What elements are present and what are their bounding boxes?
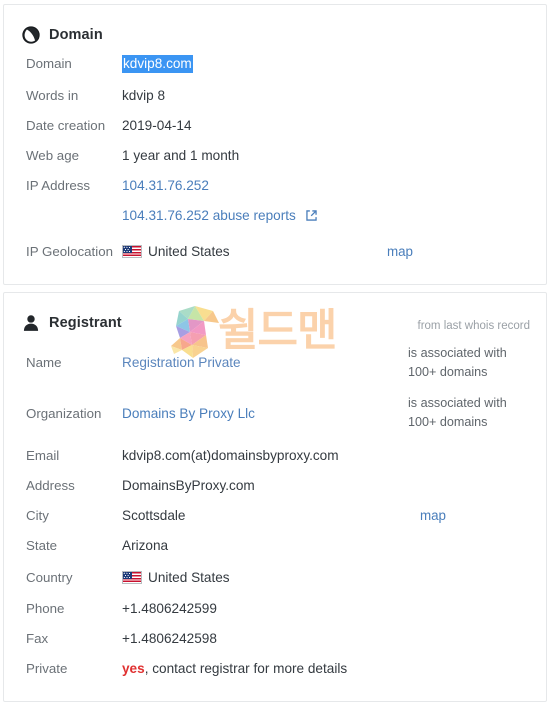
whois-lookup-panel: Domain Domain kdvip8.com Words in kdvip … bbox=[0, 0, 550, 705]
table-row: Fax +1.4806242598 bbox=[4, 624, 546, 654]
row-label: Words in bbox=[26, 88, 79, 103]
private-status-note: , contact registrar for more details bbox=[144, 661, 348, 676]
associated-domains-note: is associated with 100+ domains bbox=[408, 396, 507, 429]
globe-icon bbox=[22, 26, 40, 44]
row-value: kdvip8.com bbox=[122, 49, 546, 79]
domain-name-selected-text[interactable]: kdvip8.com bbox=[122, 55, 193, 73]
table-row: Country United States bbox=[4, 563, 546, 593]
row-value: 104.31.76.252 bbox=[122, 171, 546, 201]
table-row: IP Address 104.31.76.252 bbox=[4, 171, 546, 201]
registrant-section-title: Registrant bbox=[49, 315, 122, 331]
domain-info-card: Domain Domain kdvip8.com Words in kdvip … bbox=[3, 4, 547, 285]
row-label: Private bbox=[26, 661, 68, 676]
table-row: Email kdvip8.com(at)domainsbyproxy.com bbox=[4, 441, 546, 471]
table-row: State Arizona bbox=[4, 531, 546, 561]
registrant-rows: Name Registration Private is associated … bbox=[4, 337, 546, 684]
row-label: Organization bbox=[26, 406, 102, 421]
table-row: City Scottsdale map bbox=[4, 501, 546, 531]
registrant-info-card: Registrant from last whois record Name R… bbox=[3, 292, 547, 702]
ip-address-link[interactable]: 104.31.76.252 bbox=[122, 178, 209, 193]
row-label: IP Geolocation bbox=[26, 244, 113, 259]
row-value: +1.4806242599 bbox=[122, 601, 217, 616]
row-value: Scottsdale bbox=[122, 508, 186, 523]
table-row: Phone +1.4806242599 bbox=[4, 594, 546, 624]
registrant-organization-link[interactable]: Domains By Proxy Llc bbox=[122, 406, 255, 421]
row-label: Address bbox=[26, 478, 75, 493]
row-label: City bbox=[26, 508, 49, 523]
row-value: 104.31.76.252 abuse reports bbox=[122, 201, 546, 231]
table-row: Private yes, contact registrar for more … bbox=[4, 654, 546, 684]
row-value: +1.4806242598 bbox=[122, 631, 217, 646]
table-row: Web age 1 year and 1 month bbox=[4, 141, 546, 171]
row-label: Name bbox=[26, 355, 62, 370]
row-value: kdvip 8 bbox=[122, 88, 166, 103]
table-row: Organization Domains By Proxy Llc is ass… bbox=[4, 389, 546, 439]
registrant-section-header: Registrant from last whois record bbox=[4, 293, 546, 337]
table-row: Name Registration Private is associated … bbox=[4, 337, 546, 389]
row-label: IP Address bbox=[26, 178, 91, 193]
table-row: IP Geolocation United States map bbox=[4, 237, 546, 267]
table-row: Date creation 2019-04-14 bbox=[4, 111, 546, 141]
private-status-badge: yes bbox=[122, 661, 145, 676]
us-flag-icon bbox=[122, 571, 142, 584]
table-row: Words in kdvip 8 bbox=[4, 81, 546, 111]
map-link-geolocation[interactable]: map bbox=[387, 237, 413, 267]
external-link-icon[interactable] bbox=[305, 209, 318, 222]
abuse-reports-link[interactable]: 104.31.76.252 abuse reports bbox=[122, 208, 296, 223]
row-value: kdvip8.com(at)domainsbyproxy.com bbox=[122, 448, 339, 463]
row-value: Arizona bbox=[122, 538, 169, 553]
row-value: 1 year and 1 month bbox=[122, 148, 240, 163]
row-label: Date creation bbox=[26, 118, 106, 133]
row-value: yes, contact registrar for more details bbox=[122, 654, 546, 684]
whois-record-note: from last whois record bbox=[417, 320, 530, 332]
user-icon bbox=[23, 315, 39, 331]
row-label: Fax bbox=[26, 631, 49, 646]
row-label: Web age bbox=[26, 148, 79, 163]
domain-section-title: Domain bbox=[49, 27, 103, 43]
row-value: DomainsByProxy.com bbox=[122, 478, 255, 493]
registrant-country: United States bbox=[148, 570, 230, 585]
map-link-city[interactable]: map bbox=[420, 501, 446, 531]
domain-rows: Domain kdvip8.com Words in kdvip 8 Date … bbox=[4, 49, 546, 267]
table-row: Domain kdvip8.com bbox=[4, 49, 546, 81]
row-label: Phone bbox=[26, 601, 65, 616]
row-label: State bbox=[26, 538, 58, 553]
row-label: Country bbox=[26, 570, 73, 585]
registrant-name-link[interactable]: Registration Private bbox=[122, 355, 241, 370]
row-value: 2019-04-14 bbox=[122, 118, 192, 133]
row-label: Email bbox=[26, 448, 60, 463]
domain-section-header: Domain bbox=[4, 5, 546, 49]
geolocation-country: United States bbox=[148, 244, 230, 259]
associated-domains-note: is associated with 100+ domains bbox=[408, 346, 507, 379]
table-row: 104.31.76.252 abuse reports bbox=[4, 201, 546, 231]
row-value: United States bbox=[122, 237, 546, 267]
row-label: Domain bbox=[26, 56, 72, 71]
us-flag-icon bbox=[122, 245, 142, 258]
table-row: Address DomainsByProxy.com bbox=[4, 471, 546, 501]
row-value: United States bbox=[122, 563, 546, 593]
